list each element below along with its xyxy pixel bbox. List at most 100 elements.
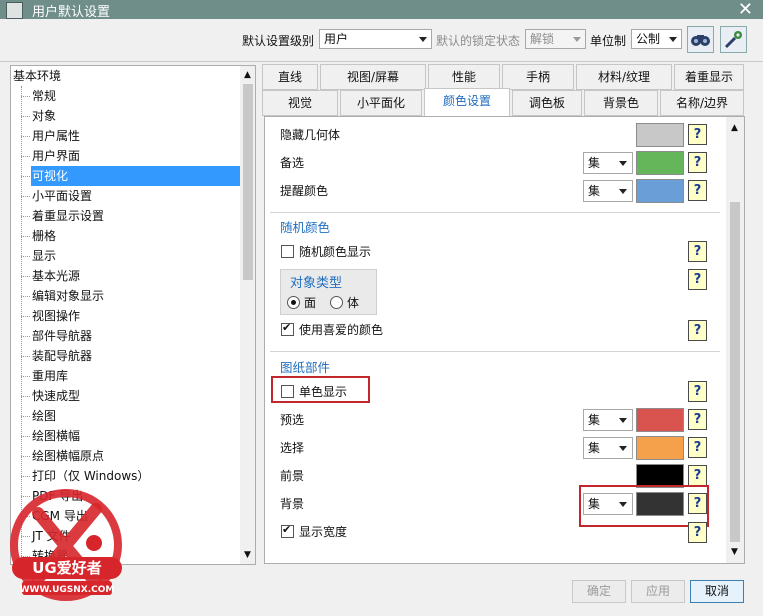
reminder-mode-select[interactable]: 集	[583, 180, 633, 202]
radio-face[interactable]	[287, 296, 300, 309]
tree-item[interactable]: 绘图横幅	[21, 426, 240, 446]
object-type-title: 对象类型	[290, 276, 343, 291]
apply-button[interactable]: 应用	[631, 580, 685, 603]
drawing-select-color-swatch[interactable]	[636, 436, 684, 460]
watermark-seal-icon: UG爱好者 WWW.UGSNX.COM	[10, 489, 122, 601]
scroll-down-icon[interactable]: ▼	[244, 550, 251, 560]
tree-item[interactable]: 重用库	[21, 366, 240, 386]
settings-level-bar: 默认设置级别 用户 默认的锁定状态 解锁 单位制 公制	[0, 19, 763, 61]
highlight-box-monochrome	[271, 376, 370, 403]
tab-row2-4[interactable]: 背景色	[584, 90, 658, 116]
help-icon[interactable]: ?	[688, 522, 707, 543]
tree-item[interactable]: 常规	[21, 86, 240, 106]
help-icon[interactable]: ?	[688, 124, 707, 145]
wrench-icon	[724, 31, 742, 49]
use-favorite-colors-checkbox[interactable]	[281, 321, 294, 336]
hidden-geometry-color-swatch[interactable]	[636, 123, 684, 147]
tree-item[interactable]: 绘图	[21, 406, 240, 426]
help-icon[interactable]: ?	[688, 241, 707, 262]
tree-item[interactable]: 绘图横幅原点	[21, 446, 240, 466]
tree-item[interactable]: 小平面设置	[21, 186, 240, 206]
tab-row2-0[interactable]: 视觉	[262, 90, 338, 116]
object-type-group: 对象类型 面 体	[280, 269, 377, 315]
title-bar: 用户默认设置 ✕	[0, 0, 763, 20]
tree-item[interactable]: 基本光源	[21, 266, 240, 286]
tree-item[interactable]: 显示	[21, 246, 240, 266]
tab-row1-3[interactable]: 手柄	[502, 64, 574, 90]
reminder-color-label: 提醒颜色	[280, 184, 329, 198]
tree-root-basic-environment[interactable]: 基本环境	[13, 66, 61, 86]
unit-select[interactable]: 公制	[631, 29, 682, 49]
tab-row1-0[interactable]: 直线	[262, 64, 318, 90]
level-select[interactable]: 用户	[319, 29, 432, 49]
help-icon[interactable]: ?	[688, 320, 707, 341]
drawing-preselect-mode-select[interactable]: 集	[583, 409, 633, 431]
tree-item[interactable]: 着重显示设置	[21, 206, 240, 226]
use-favorite-colors-label: 使用喜爱的颜色	[299, 323, 384, 337]
tab-row1-1[interactable]: 视图/屏幕	[320, 64, 426, 90]
tree-item[interactable]: 用户界面	[21, 146, 240, 166]
tab-row2-2[interactable]: 颜色设置	[424, 88, 510, 118]
chevron-down-icon	[669, 37, 677, 42]
tree-scroll-thumb[interactable]	[243, 84, 253, 280]
scroll-down-icon[interactable]: ▼	[731, 547, 738, 557]
window-title: 用户默认设置	[32, 5, 111, 20]
scroll-up-icon[interactable]: ▲	[731, 123, 738, 133]
preselection-mode-value: 集	[588, 156, 601, 170]
drawing-preselect-color-swatch[interactable]	[636, 408, 684, 432]
tree-item[interactable]: 对象	[21, 106, 240, 126]
tree-scrollbar[interactable]: ▲ ▼	[240, 66, 255, 564]
cancel-button[interactable]: 取消	[690, 580, 744, 603]
tree-item[interactable]: 可视化	[21, 166, 240, 186]
preselection-mode-select[interactable]: 集	[583, 152, 633, 174]
lock-value: 解锁	[530, 32, 555, 46]
tree-item[interactable]: 栅格	[21, 226, 240, 246]
help-icon[interactable]: ?	[688, 152, 707, 173]
background-label: 背景	[280, 497, 305, 511]
tree-item[interactable]: 装配导航器	[21, 346, 240, 366]
tab-row2-3[interactable]: 调色板	[512, 90, 582, 116]
tab-row1-2[interactable]: 性能	[428, 64, 500, 90]
tab-row2-5[interactable]: 名称/边界	[660, 90, 744, 116]
tree-item[interactable]: 部件导航器	[21, 326, 240, 346]
section-divider	[270, 351, 720, 352]
help-icon[interactable]: ?	[688, 381, 707, 402]
help-icon[interactable]: ?	[688, 269, 707, 290]
level-value: 用户	[324, 32, 349, 46]
show-width-checkbox[interactable]	[281, 523, 294, 538]
tree-item[interactable]: 用户属性	[21, 126, 240, 146]
preselection-label: 备选	[280, 156, 305, 170]
tree-item[interactable]: 快速成型	[21, 386, 240, 406]
tab-row2-1[interactable]: 小平面化	[340, 90, 422, 116]
random-color-display-checkbox[interactable]	[281, 245, 294, 258]
ok-button[interactable]: 确定	[572, 580, 626, 603]
manage-defaults-button[interactable]	[720, 26, 747, 53]
close-icon[interactable]: ✕	[738, 0, 753, 20]
panel-scrollbar[interactable]: ▲ ▼	[726, 117, 744, 563]
lock-select: 解锁	[525, 29, 586, 49]
help-icon[interactable]: ?	[688, 465, 707, 486]
panel-scroll-thumb[interactable]	[730, 202, 740, 542]
tab-row1-5[interactable]: 着重显示	[674, 64, 744, 90]
radio-body-label: 体	[347, 296, 360, 310]
reminder-color-swatch[interactable]	[636, 179, 684, 203]
chevron-down-icon	[419, 37, 427, 42]
svg-text:UG爱好者: UG爱好者	[32, 559, 102, 577]
random-color-section-title: 随机颜色	[280, 220, 331, 235]
find-default-button[interactable]	[687, 26, 714, 53]
help-icon[interactable]: ?	[688, 409, 707, 430]
preselection-color-swatch[interactable]	[636, 151, 684, 175]
top-separator	[0, 61, 763, 62]
foreground-label: 前景	[280, 469, 305, 483]
tree-item[interactable]: 编辑对象显示	[21, 286, 240, 306]
tab-row1-4[interactable]: 材料/纹理	[576, 64, 672, 90]
drawing-part-section-title: 图纸部件	[280, 360, 331, 375]
scroll-up-icon[interactable]: ▲	[244, 70, 251, 80]
drawing-select-mode-select[interactable]: 集	[583, 437, 633, 459]
ugsnx-watermark-logo: UG爱好者 WWW.UGSNX.COM	[8, 483, 126, 613]
radio-body[interactable]	[330, 296, 343, 309]
drawing-select-label: 选择	[280, 441, 305, 455]
help-icon[interactable]: ?	[688, 180, 707, 201]
help-icon[interactable]: ?	[688, 437, 707, 458]
tree-item[interactable]: 视图操作	[21, 306, 240, 326]
